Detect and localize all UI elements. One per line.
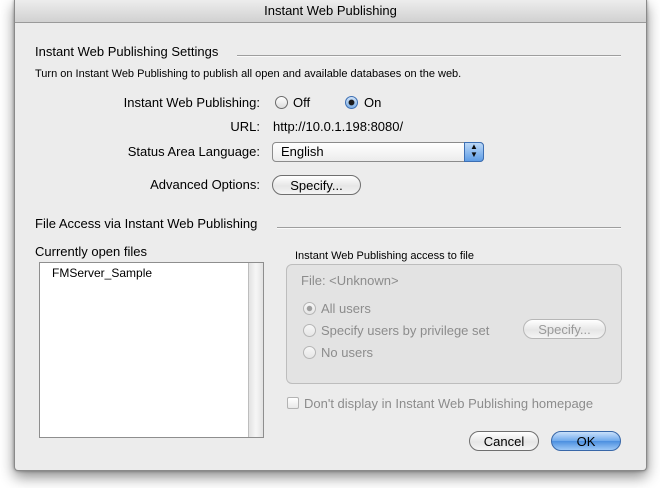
privilege-set-label[interactable]: Specify users by privilege set — [321, 323, 489, 338]
advanced-options-label: Advanced Options: — [150, 177, 260, 192]
iwp-on-radio[interactable] — [345, 96, 358, 109]
privilege-specify-button[interactable]: Specify... — [523, 319, 606, 339]
iwp-label: Instant Web Publishing: — [123, 95, 260, 110]
access-options-box: File: <Unknown> All users Specify users … — [286, 264, 622, 384]
cancel-button[interactable]: Cancel — [469, 431, 539, 451]
privilege-set-radio[interactable] — [303, 324, 316, 337]
window-title: Instant Web Publishing — [15, 0, 646, 23]
no-users-radio[interactable] — [303, 346, 316, 359]
dont-display-label[interactable]: Don't display in Instant Web Publishing … — [304, 396, 593, 411]
access-file-label: File: <Unknown> — [301, 273, 399, 288]
settings-divider — [237, 55, 621, 57]
settings-description: Turn on Instant Web Publishing to publis… — [35, 68, 462, 80]
ok-button[interactable]: OK — [551, 431, 621, 451]
updown-arrows-icon: ▲ ▼ — [464, 142, 484, 162]
status-language-label: Status Area Language: — [127, 144, 260, 159]
dialog-window: Instant Web Publishing Instant Web Publi… — [14, 0, 647, 471]
dont-display-checkbox[interactable] — [287, 397, 299, 409]
url-label: URL: — [230, 119, 260, 134]
file-access-group-title: File Access via Instant Web Publishing — [35, 216, 258, 231]
list-scrollbar[interactable] — [248, 263, 263, 437]
list-item[interactable]: FMServer_Sample — [52, 266, 152, 280]
open-files-list[interactable]: FMServer_Sample — [39, 262, 264, 438]
status-language-select[interactable]: English ▲ ▼ — [272, 142, 484, 162]
iwp-off-label[interactable]: Off — [293, 95, 310, 110]
iwp-off-radio[interactable] — [275, 96, 288, 109]
all-users-label[interactable]: All users — [321, 301, 371, 316]
all-users-radio[interactable] — [303, 302, 316, 315]
advanced-specify-button[interactable]: Specify... — [272, 175, 361, 195]
status-language-value: English — [281, 144, 324, 159]
file-access-divider — [277, 227, 621, 229]
url-value: http://10.0.1.198:8080/ — [273, 119, 404, 134]
open-files-label: Currently open files — [35, 244, 147, 259]
access-box-title: Instant Web Publishing access to file — [295, 250, 474, 262]
no-users-label[interactable]: No users — [321, 345, 373, 360]
iwp-on-label[interactable]: On — [364, 95, 381, 110]
settings-group-title: Instant Web Publishing Settings — [35, 44, 219, 59]
